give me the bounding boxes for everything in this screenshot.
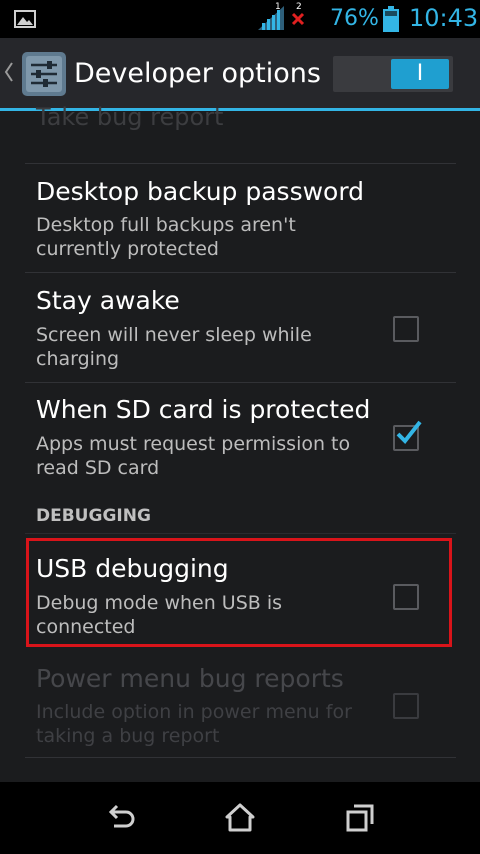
toggle-thumb: I — [391, 59, 449, 89]
action-bar: Developer options I — [0, 38, 480, 111]
divider — [25, 272, 456, 273]
item-title: Power menu bug reports — [36, 664, 344, 693]
signal-badge: 1 — [275, 2, 281, 12]
navigation-bar — [0, 782, 480, 854]
divider — [25, 533, 456, 534]
back-icon[interactable] — [102, 800, 138, 836]
clock: 10:43 — [409, 4, 479, 32]
divider — [25, 382, 456, 383]
no-signal-icon — [291, 12, 305, 26]
no-signal-badge: 2 — [296, 2, 302, 12]
usb-debugging-highlight-box — [26, 538, 452, 647]
stay-awake-checkbox[interactable] — [393, 316, 419, 342]
battery-icon — [383, 6, 399, 32]
item-subtitle: Include option in power menu for taking … — [36, 701, 352, 747]
item-subtitle: Desktop full backups aren't currently pr… — [36, 214, 296, 260]
divider — [25, 163, 456, 164]
status-bar: 1 2 76% 10:43 — [0, 0, 480, 38]
item-subtitle: Apps must request permission to read SD … — [36, 433, 351, 479]
section-header-debugging: DEBUGGING — [36, 506, 151, 526]
divider — [25, 757, 456, 758]
developer-options-toggle[interactable]: I — [333, 56, 453, 92]
item-title: Stay awake — [36, 286, 180, 315]
item-title: Desktop backup password — [36, 177, 365, 206]
battery-percent: 76% — [330, 6, 379, 31]
home-icon[interactable] — [222, 800, 258, 836]
recent-apps-icon[interactable] — [342, 800, 378, 836]
up-caret-icon[interactable] — [4, 61, 14, 83]
take-bug-report-item[interactable]: Take bug report — [36, 103, 223, 131]
image-notification-icon — [14, 10, 36, 28]
item-title: When SD card is protected — [36, 395, 371, 424]
power-menu-bug-reports-checkbox — [393, 693, 419, 719]
page-title: Developer options — [74, 58, 321, 89]
checkmark-icon — [396, 420, 422, 445]
item-subtitle: Screen will never sleep while charging — [36, 324, 312, 370]
developer-options-app-icon[interactable] — [21, 51, 67, 97]
